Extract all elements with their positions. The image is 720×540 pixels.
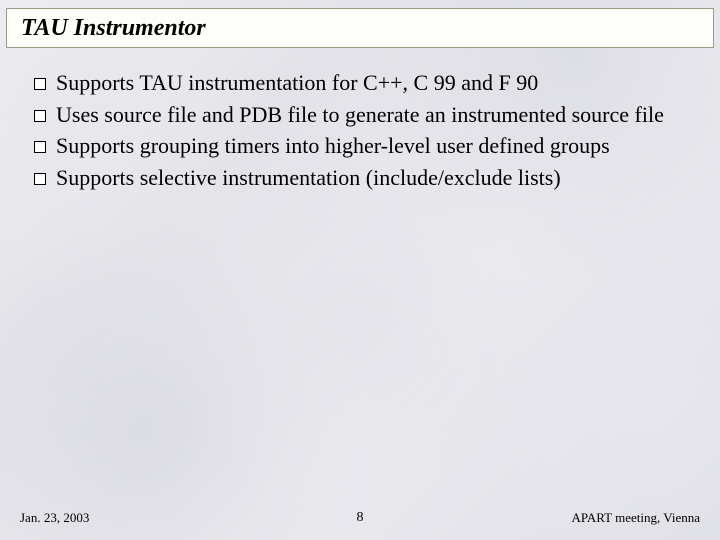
list-item: Supports TAU instrumentation for C++, C …	[34, 68, 696, 98]
bullet-text: Supports selective instrumentation (incl…	[56, 163, 561, 193]
square-bullet-icon	[34, 110, 46, 122]
list-item: Uses source file and PDB file to generat…	[34, 100, 696, 130]
list-item: Supports selective instrumentation (incl…	[34, 163, 696, 193]
footer-venue: APART meeting, Vienna	[571, 510, 700, 526]
footer-date: Jan. 23, 2003	[20, 510, 89, 526]
square-bullet-icon	[34, 78, 46, 90]
content-area: Supports TAU instrumentation for C++, C …	[34, 68, 696, 195]
square-bullet-icon	[34, 173, 46, 185]
footer: Jan. 23, 2003 8 APART meeting, Vienna	[20, 510, 700, 526]
bullet-text: Supports TAU instrumentation for C++, C …	[56, 68, 538, 98]
bullet-text: Uses source file and PDB file to generat…	[56, 100, 664, 130]
title-bar: TAU Instrumentor	[6, 8, 714, 48]
square-bullet-icon	[34, 141, 46, 153]
bullet-text: Supports grouping timers into higher-lev…	[56, 131, 610, 161]
slide-title: TAU Instrumentor	[21, 15, 206, 42]
list-item: Supports grouping timers into higher-lev…	[34, 131, 696, 161]
